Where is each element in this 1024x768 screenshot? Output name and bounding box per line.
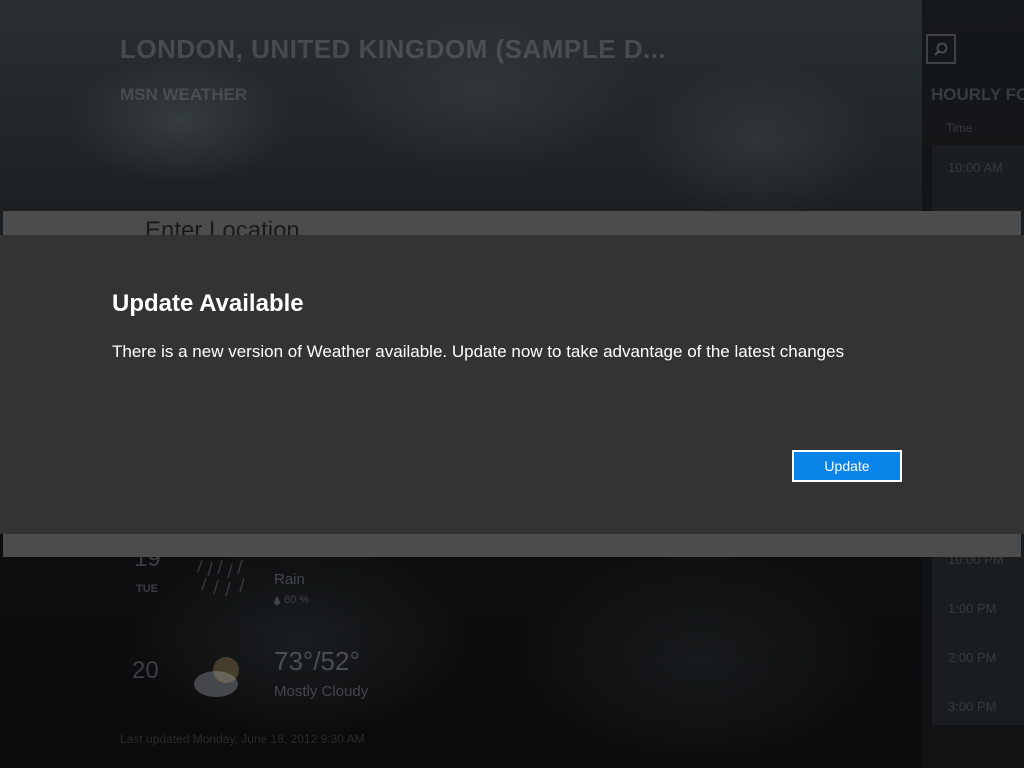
hourly-time-header: Time xyxy=(946,121,973,135)
city-title: LONDON, UNITED KINGDOM (SAMPLE D... xyxy=(120,34,667,64)
app-brand: MSN WEATHER xyxy=(120,85,248,104)
forecast-precip: 60 % xyxy=(284,594,310,606)
forecast-condition: Rain xyxy=(274,571,305,588)
hourly-forecast-header: HOURLY FO xyxy=(931,85,1024,104)
hourly-row: 1:00 PM xyxy=(948,601,997,616)
update-button[interactable]: Update xyxy=(792,450,902,482)
forecast-weekday: TUE xyxy=(136,583,158,595)
dialog-message: There is a new version of Weather availa… xyxy=(112,342,845,361)
raindrop-icon xyxy=(274,596,280,605)
mostly-cloudy-icon xyxy=(194,657,239,697)
last-updated: Last updated Monday, June 18, 2012 9:30 … xyxy=(120,732,365,746)
forecast-temp: 73°/52° xyxy=(274,646,360,676)
search-icon xyxy=(934,42,948,56)
dialog-title: Update Available xyxy=(112,290,304,317)
weather-app-window: LONDON, UNITED KINGDOM (SAMPLE D... MSN … xyxy=(0,0,1024,768)
forecast-condition: Mostly Cloudy xyxy=(274,683,369,700)
hourly-row: 3:00 PM xyxy=(948,699,997,714)
hourly-row: 10:00 AM xyxy=(948,160,1003,175)
update-dialog xyxy=(0,235,1024,534)
forecast-day-number: 20 xyxy=(132,657,159,684)
rain-icon xyxy=(197,559,245,597)
hourly-row: 2:00 PM xyxy=(948,650,997,665)
search-button[interactable] xyxy=(926,34,956,64)
